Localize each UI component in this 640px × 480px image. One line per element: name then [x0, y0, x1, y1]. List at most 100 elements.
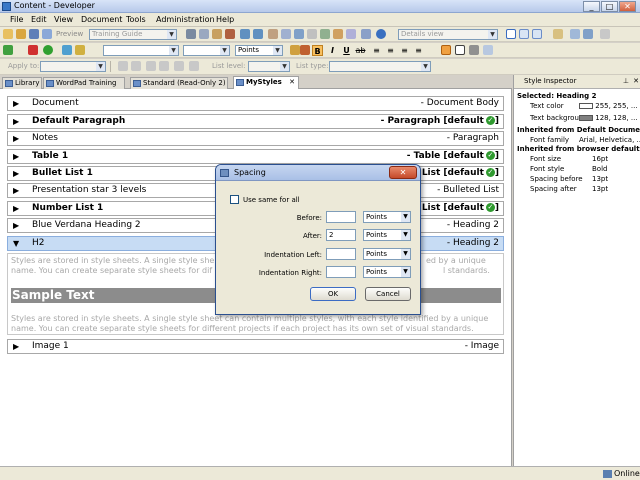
style-row[interactable]: ▶ Notes - Paragraph — [7, 131, 504, 146]
before-input[interactable] — [326, 211, 356, 223]
dialog-close-button[interactable]: ✕ — [389, 166, 417, 179]
size-combo[interactable]: ▼ — [183, 45, 230, 56]
view-combo[interactable]: Details view ▼ — [398, 29, 498, 40]
cascade-icon[interactable] — [570, 29, 580, 39]
style-row[interactable]: ▶ Image 1- Image — [7, 339, 504, 354]
use-same-checkbox[interactable] — [230, 195, 239, 204]
list-format-icon[interactable] — [189, 61, 199, 71]
properties-icon[interactable] — [333, 29, 343, 39]
tools-icon[interactable] — [600, 29, 610, 39]
maximize-button[interactable]: □ — [601, 1, 618, 12]
indentation-left-input[interactable] — [326, 248, 356, 260]
expand-arrow-icon[interactable]: ▶ — [13, 219, 19, 232]
expand-arrow-icon[interactable]: ▶ — [13, 132, 19, 145]
layout-3-icon[interactable] — [532, 29, 542, 39]
style-row[interactable]: ▶ Default Paragraph - Paragraph [default ✓] — [7, 114, 504, 129]
export-icon[interactable] — [62, 45, 72, 55]
indentation-left-unit-select[interactable]: Points ▼ — [363, 248, 411, 260]
before-unit-select[interactable]: Points ▼ — [363, 211, 411, 223]
menu-tools[interactable]: Tools — [126, 15, 146, 24]
tab-library[interactable]: Library — [2, 77, 42, 89]
menu-administration[interactable]: Administration — [156, 15, 215, 24]
expand-arrow-icon[interactable]: ▶ — [13, 184, 19, 197]
units-combo[interactable]: Points ▼ — [235, 45, 283, 56]
tab-standard[interactable]: Standard (Read-Only 2) — [130, 77, 228, 89]
align-left-icon[interactable]: ≡ — [371, 45, 382, 56]
expand-arrow-icon[interactable]: ▶ — [13, 202, 19, 215]
after-unit-select[interactable]: Points ▼ — [363, 229, 411, 241]
indentation-right-unit-select[interactable]: Points ▼ — [363, 266, 411, 278]
tab-mystyles[interactable]: MyStyles ✕ — [233, 76, 299, 89]
expand-arrow-icon[interactable]: ▶ — [13, 150, 19, 163]
indent-icon[interactable] — [159, 61, 169, 71]
preview-button[interactable]: Preview — [56, 30, 83, 38]
expand-arrow-icon[interactable]: ▶ — [13, 167, 19, 180]
after-input[interactable]: 2 — [326, 229, 356, 241]
new-icon[interactable] — [3, 29, 13, 39]
bullets-icon[interactable] — [118, 61, 128, 71]
paste-icon[interactable] — [212, 29, 222, 39]
tab-wordpad-training[interactable]: WordPad Training — [43, 77, 125, 89]
pin-icon[interactable]: ⊥ — [623, 75, 629, 88]
margin-icon[interactable] — [483, 45, 493, 55]
project-combo[interactable]: Training Guide ▼ — [89, 29, 177, 40]
expand-arrow-icon[interactable]: ▶ — [13, 340, 19, 353]
save-all-icon[interactable] — [42, 29, 52, 39]
align-right-icon[interactable]: ≡ — [399, 45, 410, 56]
window-icon[interactable] — [553, 29, 563, 39]
menu-help[interactable]: Help — [216, 15, 234, 24]
image-icon[interactable] — [307, 29, 317, 39]
inspector-close-icon[interactable]: ✕ — [633, 75, 639, 88]
link-icon[interactable] — [294, 29, 304, 39]
ok-button[interactable]: OK — [310, 287, 356, 301]
save-icon[interactable] — [29, 29, 39, 39]
remove-icon[interactable] — [28, 45, 38, 55]
expand-arrow-icon[interactable]: ▶ — [13, 97, 19, 110]
align-center-icon[interactable]: ≡ — [385, 45, 396, 56]
bold-button[interactable]: B — [312, 45, 323, 56]
apply-icon[interactable] — [43, 45, 53, 55]
undo-icon[interactable] — [240, 29, 250, 39]
list-level-combo[interactable]: ▼ — [248, 61, 290, 72]
apply-to-combo[interactable]: ▼ — [40, 61, 106, 72]
close-button[interactable]: ✕ — [619, 1, 636, 12]
style-row[interactable]: ▶ Document - Document Body — [7, 96, 504, 111]
layout-1-icon[interactable] — [506, 29, 516, 39]
cut-icon[interactable] — [186, 29, 196, 39]
menu-file[interactable]: File — [10, 15, 23, 24]
list-style-icon[interactable] — [174, 61, 184, 71]
numbering-icon[interactable] — [131, 61, 141, 71]
redo-icon[interactable] — [253, 29, 263, 39]
publish-icon[interactable] — [346, 29, 356, 39]
layout-2-icon[interactable] — [519, 29, 529, 39]
justify-icon[interactable]: ≡ — [413, 45, 424, 56]
delete-icon[interactable] — [225, 29, 235, 39]
expand-arrow-icon[interactable]: ▶ — [13, 115, 19, 128]
import-icon[interactable] — [75, 45, 85, 55]
find-icon[interactable] — [268, 29, 278, 39]
style-row[interactable]: ▶ Table 1- Table [default ✓] — [7, 149, 504, 164]
font-color-icon[interactable] — [290, 45, 300, 55]
outdent-icon[interactable] — [146, 61, 156, 71]
highlight-icon[interactable] — [300, 45, 310, 55]
menu-document[interactable]: Document — [81, 15, 122, 24]
open-icon[interactable] — [16, 29, 26, 39]
tile-icon[interactable] — [583, 29, 593, 39]
minimize-button[interactable]: _ — [583, 1, 600, 12]
shading-icon[interactable] — [469, 45, 479, 55]
menu-edit[interactable]: Edit — [31, 15, 47, 24]
spell-check-icon[interactable] — [281, 29, 291, 39]
dialog-title-bar[interactable]: Spacing ✕ — [216, 165, 420, 181]
strikethrough-button[interactable]: ab — [355, 45, 366, 56]
tab-close-icon[interactable]: ✕ — [289, 77, 295, 88]
cancel-button[interactable]: Cancel — [365, 287, 411, 301]
italic-button[interactable]: I — [327, 45, 338, 56]
table-icon[interactable] — [320, 29, 330, 39]
list-type-combo[interactable]: ▼ — [329, 61, 431, 72]
font-combo[interactable]: ▼ — [103, 45, 179, 56]
menu-view[interactable]: View — [54, 15, 73, 24]
underline-button[interactable]: U — [341, 45, 352, 56]
indentation-right-input[interactable] — [326, 266, 356, 278]
border-icon[interactable] — [455, 45, 465, 55]
add-icon[interactable] — [3, 45, 13, 55]
